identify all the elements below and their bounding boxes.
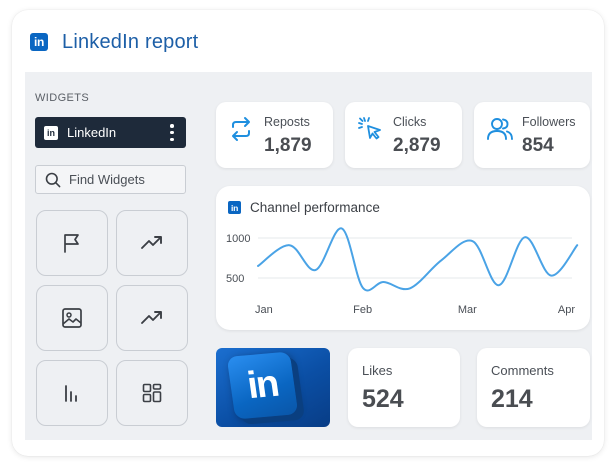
report-header: in LinkedIn report <box>30 28 198 56</box>
linkedin-logo-icon: in <box>226 351 299 420</box>
followers-icon <box>487 118 513 140</box>
stat-card-comments: Comments 214 <box>477 348 590 427</box>
bar-chart-icon <box>65 385 77 402</box>
more-options-icon[interactable] <box>170 124 174 141</box>
trending-up-icon <box>141 311 162 324</box>
stat-card-clicks: Clicks 2,879 <box>345 102 462 168</box>
repost-icon <box>232 117 250 141</box>
stat-card-likes: Likes 524 <box>348 348 460 427</box>
linkedin-logo-icon: in <box>44 125 58 140</box>
report-panel: WIDGETS in LinkedIn Find Widgets Reposts… <box>25 72 592 440</box>
stat-value: 1,879 <box>264 135 312 156</box>
stat-label: Followers <box>522 115 576 129</box>
stat-value: 854 <box>522 135 554 156</box>
stat-value: 524 <box>362 385 404 413</box>
search-icon <box>45 172 61 187</box>
x-tick-label: Jan <box>255 304 273 316</box>
x-tick-label: Apr <box>558 304 575 316</box>
widgets-heading: WIDGETS <box>35 92 90 104</box>
stat-card-reposts: Reposts 1,879 <box>216 102 333 168</box>
stat-label: Clicks <box>393 115 427 129</box>
find-widgets-search[interactable]: Find Widgets <box>35 165 186 194</box>
stat-card-followers: Followers 854 <box>474 102 590 168</box>
x-tick-label: Feb <box>353 304 372 316</box>
trending-up-icon <box>141 236 162 249</box>
widget-tile-trend-2[interactable] <box>116 285 188 351</box>
widget-tile-trend[interactable] <box>116 210 188 276</box>
widget-item-label: LinkedIn <box>67 125 117 140</box>
y-tick-label: 500 <box>226 273 244 285</box>
x-tick-label: Mar <box>458 304 477 316</box>
channel-performance-chart: 1000 500 Jan Feb Mar Apr <box>226 227 579 316</box>
search-placeholder: Find Widgets <box>69 172 145 187</box>
linkedin-logo-icon: in <box>30 33 48 51</box>
y-tick-label: 1000 <box>226 233 250 245</box>
dashboard-grid-icon <box>142 383 162 403</box>
flag-icon <box>64 234 79 253</box>
widget-tile-flag[interactable] <box>36 210 108 276</box>
widget-tile-bar-chart[interactable] <box>36 360 108 426</box>
channel-performance-card: in Channel performance 1000 500 Jan Feb Mar A… <box>216 186 590 330</box>
widget-tile-image[interactable] <box>36 285 108 351</box>
stat-label: Reposts <box>264 115 310 129</box>
widget-tile-dashboard[interactable] <box>116 360 188 426</box>
stat-value: 214 <box>491 385 533 413</box>
report-title: LinkedIn report <box>62 30 199 53</box>
stat-label: Comments <box>491 363 554 378</box>
linkedin-3d-image: in <box>216 348 330 427</box>
stat-label: Likes <box>362 363 393 378</box>
stat-value: 2,879 <box>393 135 441 156</box>
cursor-click-icon <box>358 117 381 140</box>
linkedin-report-card: in LinkedIn report WIDGETS in LinkedIn F… <box>12 10 604 456</box>
image-icon <box>62 308 82 328</box>
widget-item-linkedin[interactable]: in LinkedIn <box>35 117 186 148</box>
